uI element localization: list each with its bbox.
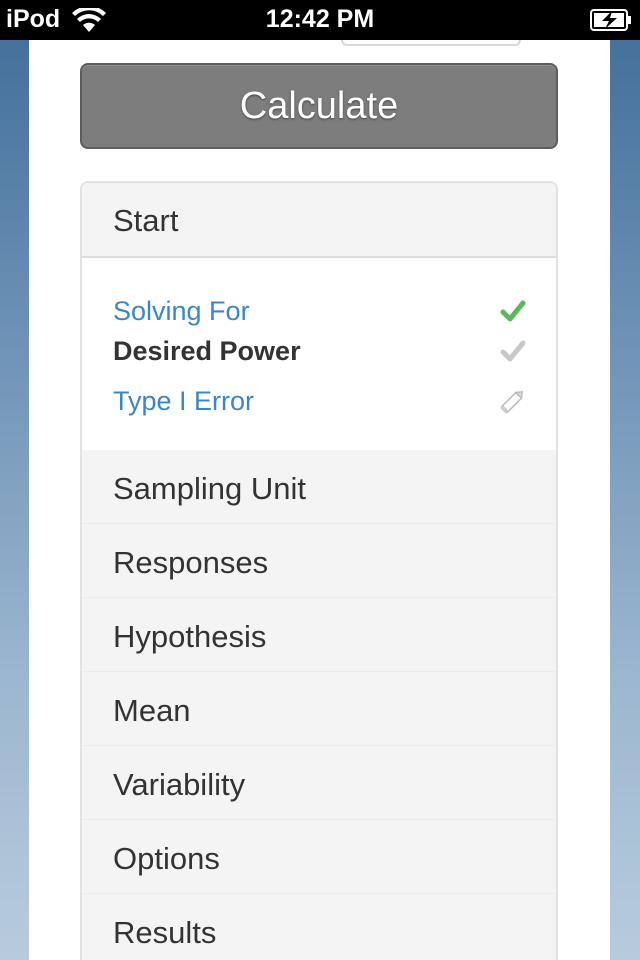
wizard-accordion: Start Solving For Desired Power Type I E… [80, 181, 558, 960]
step-label[interactable]: Solving For [113, 296, 250, 327]
step-desired-power[interactable]: Desired Power [113, 334, 526, 374]
status-bar: iPod 12:42 PM [0, 0, 640, 40]
section-mean[interactable]: Mean [82, 672, 556, 746]
accordion-start-body: Solving For Desired Power Type I Error [82, 258, 556, 450]
calculate-button[interactable]: Calculate [80, 63, 558, 149]
status-time: 12:42 PM [265, 5, 375, 33]
section-variability[interactable]: Variability [82, 746, 556, 820]
step-label[interactable]: Type I Error [113, 386, 254, 417]
battery-charging-icon [590, 9, 631, 31]
pencil-icon [500, 390, 524, 414]
step-type-i-error[interactable]: Type I Error [113, 384, 526, 424]
content-panel: Calculate Start Solving For Desired Powe… [29, 40, 610, 960]
section-options[interactable]: Options [82, 820, 556, 894]
section-sampling-unit[interactable]: Sampling Unit [82, 450, 556, 524]
step-solving-for[interactable]: Solving For [113, 294, 526, 334]
previous-input-field[interactable] [341, 40, 521, 46]
check-green-icon [500, 300, 526, 322]
accordion-header-start[interactable]: Start [82, 183, 556, 258]
step-label: Desired Power [113, 336, 301, 366]
check-gray-icon [500, 340, 526, 362]
section-hypothesis[interactable]: Hypothesis [82, 598, 556, 672]
section-results[interactable]: Results [82, 894, 556, 960]
section-responses[interactable]: Responses [82, 524, 556, 598]
